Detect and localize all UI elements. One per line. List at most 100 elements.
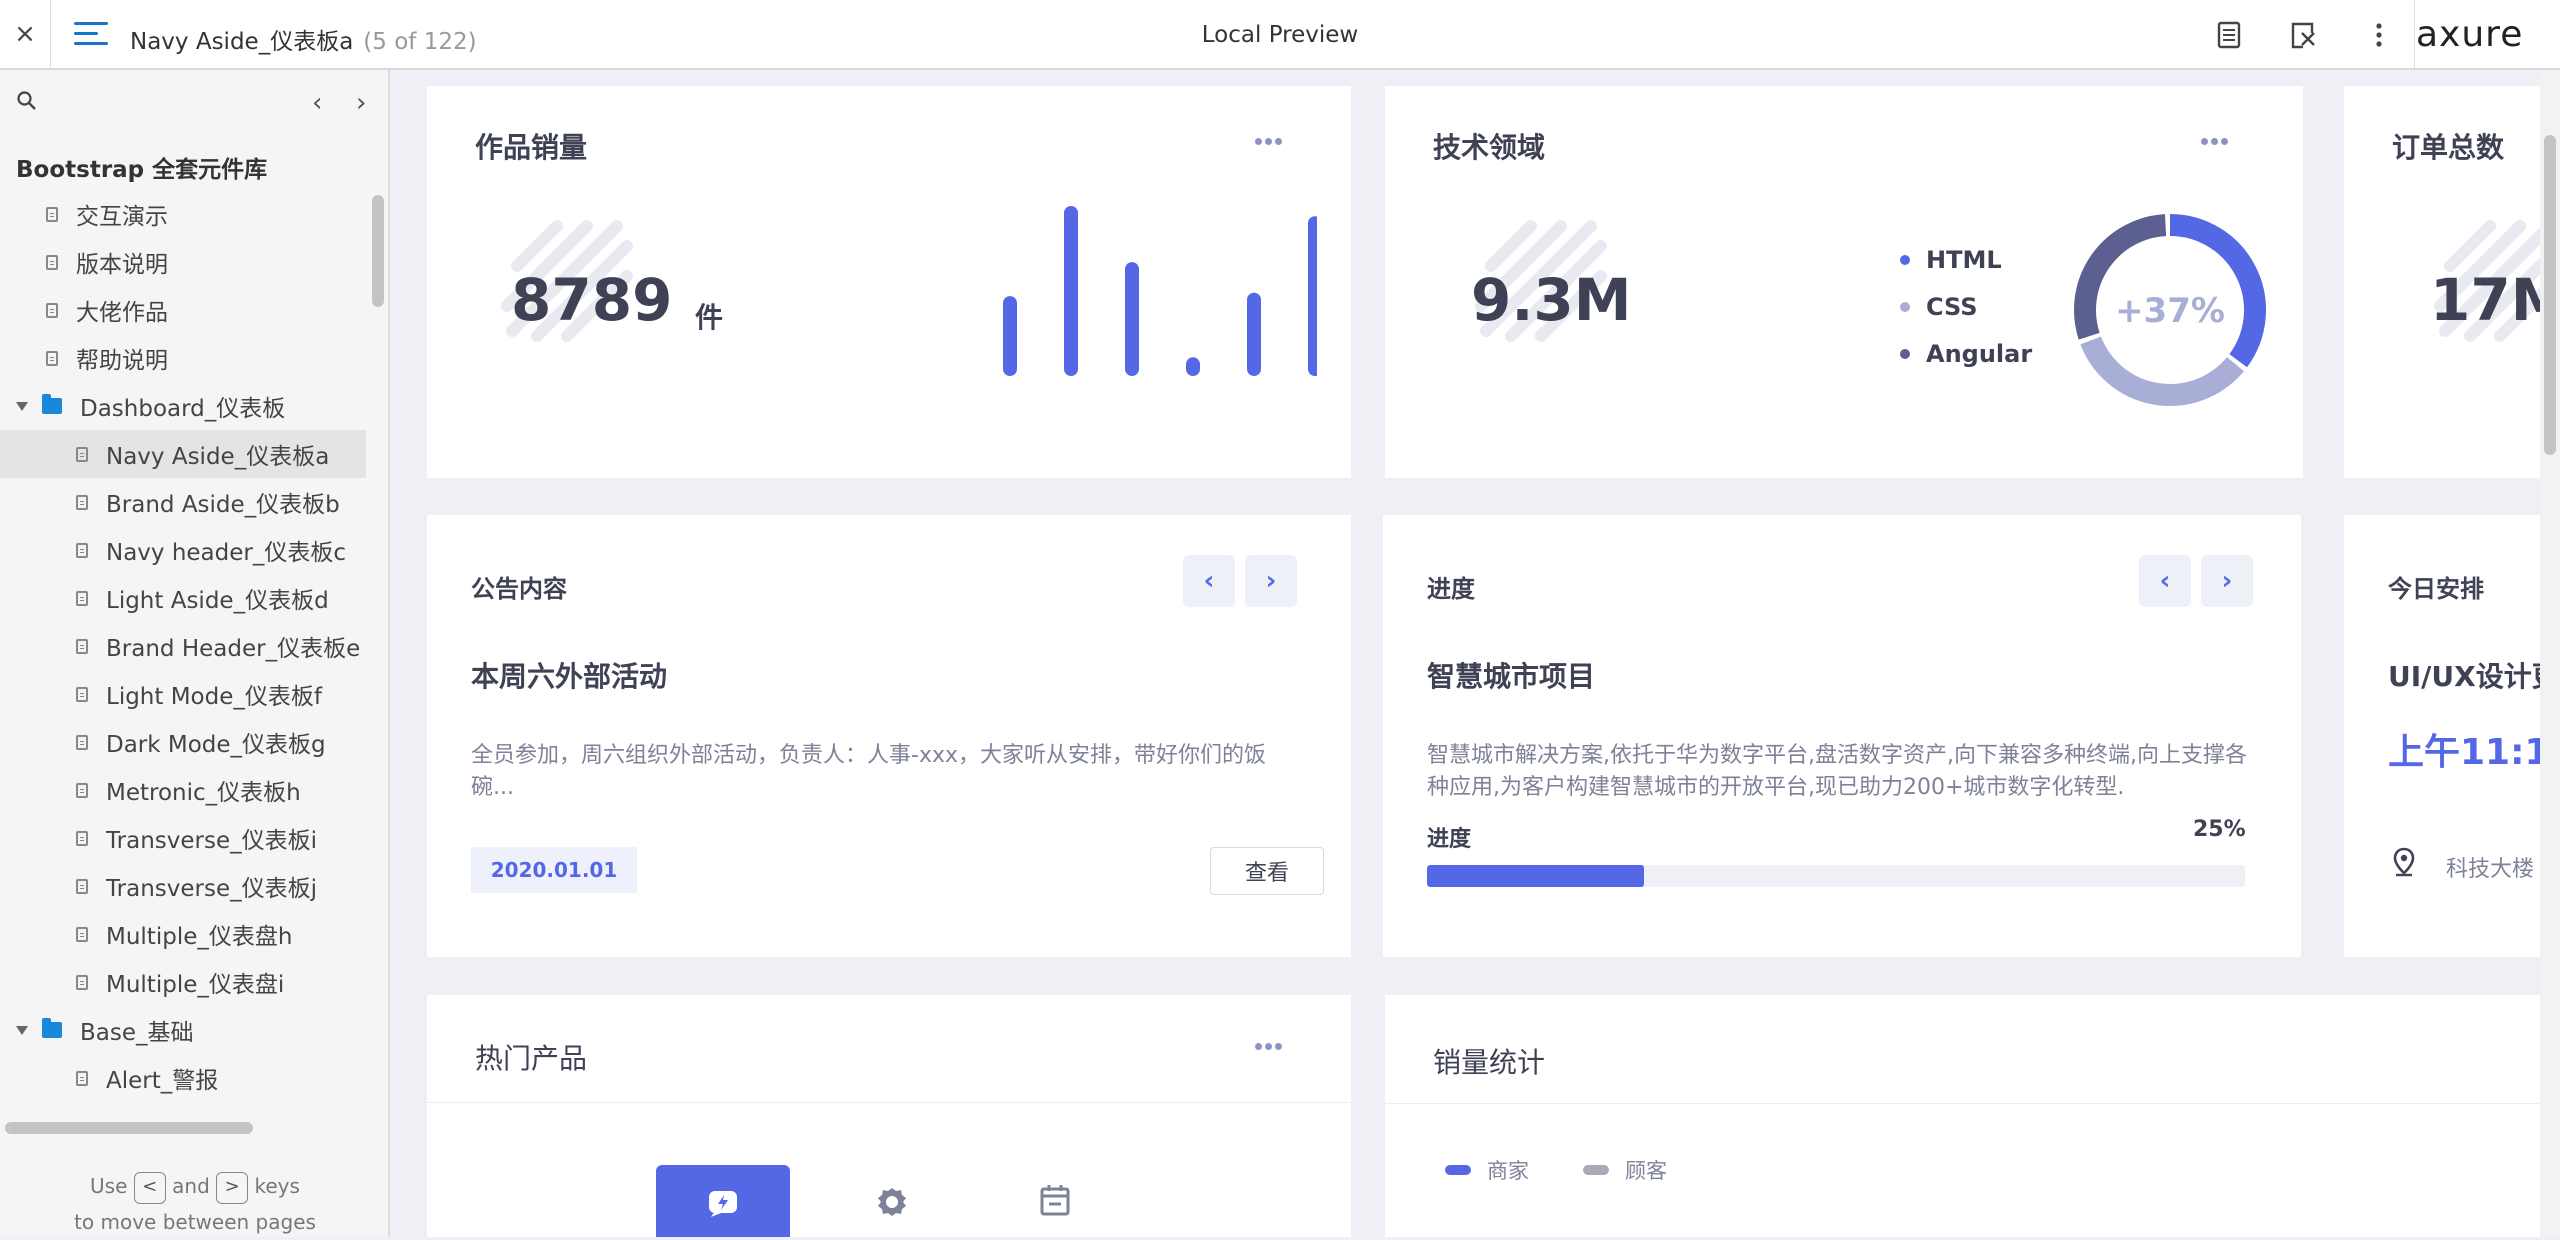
canvas-scrollbar-thumb[interactable] (2544, 135, 2556, 455)
sitemap-page[interactable]: Metronic_仪表板h (0, 766, 366, 814)
sitemap-item-label: Light Aside_仪表板d (106, 588, 329, 614)
sitemap-page[interactable]: Light Mode_仪表板f (0, 670, 366, 718)
sitemap-page[interactable]: Brand Aside_仪表板b (0, 478, 366, 526)
sitemap-horizontal-scrollbar[interactable] (5, 1122, 253, 1134)
view-button[interactable]: 查看 (1210, 847, 1324, 895)
sales-stats-card: 销量统计 商家 顾客 (1385, 995, 2540, 1237)
sitemap-item-label: 交互演示 (76, 204, 168, 230)
sitemap-tree: 交互演示版本说明 大佬作品帮助说明 Dashboard_仪表板 Navy Aside_… (0, 190, 366, 1102)
progress-card: 进度 ‹ › 智慧城市项目 智慧城市解决方案,依托于华为数字平台,盘活数字资产,… (1383, 515, 2301, 957)
search-icon[interactable] (16, 90, 38, 112)
sitemap-folder[interactable]: Dashboard_仪表板 (0, 382, 366, 430)
more-options-icon[interactable] (1255, 130, 1285, 145)
progress-prev-button[interactable]: ‹ (2139, 555, 2191, 607)
axure-logo: axure (2416, 14, 2524, 55)
donut-segment (2080, 336, 2244, 406)
sitemap-item-label: Brand Header_仪表板e (106, 636, 361, 662)
sitemap-item-label: Alert_警报 (106, 1068, 219, 1094)
legend-swatch (1583, 1165, 1609, 1175)
previous-page-button[interactable]: ‹ (312, 88, 322, 118)
orders-card: 订单总数 17M (2344, 86, 2540, 478)
sitemap-page[interactable]: 版本说明 (0, 238, 366, 286)
sitemap-page[interactable]: Navy Aside_仪表板a (0, 430, 366, 478)
expand-caret-icon[interactable] (16, 401, 28, 411)
notes-icon[interactable] (2214, 20, 2244, 50)
inspect-icon[interactable] (2288, 20, 2318, 50)
sitemap-vertical-scrollbar[interactable] (372, 195, 384, 307)
page-icon (76, 974, 88, 990)
notice-next-button[interactable]: › (1245, 555, 1297, 607)
legend-merchant[interactable]: 商家 (1445, 1155, 1529, 1185)
card-title: 热门产品 (475, 1042, 588, 1075)
sitemap-page[interactable]: 大佬作品 (0, 286, 366, 334)
sitemap-page[interactable]: Navy header_仪表板c (0, 526, 366, 574)
tech-value: 9.3M (1471, 266, 1632, 334)
legend-dot (1900, 255, 1910, 265)
legend-customer[interactable]: 顾客 (1583, 1155, 1667, 1185)
notice-prev-button[interactable]: ‹ (1183, 555, 1235, 607)
sales-bar-chart (1003, 206, 1317, 376)
sitemap-page[interactable]: Transverse_仪表板j (0, 862, 366, 910)
legend-label: 商家 (1487, 1159, 1529, 1183)
sitemap-root-title: Bootstrap 全套元件库 (16, 157, 268, 183)
gear-icon (878, 1188, 906, 1216)
donut-center-label: +37% (2115, 291, 2225, 331)
toolbar-divider (2414, 0, 2415, 68)
legend-label: 顾客 (1625, 1159, 1667, 1183)
more-options-icon[interactable] (1255, 1035, 1285, 1050)
key-prev: < (133, 1171, 166, 1204)
page-icon (76, 926, 88, 942)
sitemap-item-label: Navy Aside_仪表板a (106, 444, 330, 470)
hint-text: to move between pages (74, 1210, 316, 1234)
page-icon (46, 350, 58, 366)
sales-value: 8789 (511, 266, 673, 334)
legend-dot (1900, 302, 1910, 312)
page-name: Navy Aside_仪表板a (130, 29, 354, 55)
sitemap-page[interactable]: Transverse_仪表板i (0, 814, 366, 862)
tab-calendar[interactable] (1025, 1183, 1085, 1237)
progress-percent: 25% (2193, 817, 2246, 842)
tab-flash[interactable] (656, 1165, 790, 1237)
card-title: 公告内容 (471, 575, 567, 603)
schedule-event: UI/UX设计更 (2388, 660, 2540, 693)
page-icon (76, 638, 88, 654)
project-headline: 智慧城市项目 (1427, 660, 1596, 693)
legend-item: CSS (1900, 293, 1978, 321)
sitemap-folder[interactable]: Base_基础 (0, 1006, 366, 1054)
sales-unit: 件 (695, 301, 724, 334)
sitemap-page[interactable]: 帮助说明 (0, 334, 366, 382)
progress-bar (1427, 865, 2245, 887)
progress-bar-fill (1427, 865, 1644, 887)
page-icon (76, 446, 88, 462)
close-button[interactable]: × (0, 0, 51, 68)
more-options-icon[interactable] (2201, 130, 2231, 145)
sitemap-item-label: Navy header_仪表板c (106, 540, 347, 566)
expand-caret-icon[interactable] (16, 1025, 28, 1035)
sales-bar (1308, 216, 1317, 376)
sales-bar (1064, 206, 1078, 376)
more-vertical-icon[interactable] (2364, 20, 2394, 50)
card-title: 销量统计 (1433, 1046, 1546, 1079)
sitemap-page[interactable]: Multiple_仪表盘h (0, 910, 366, 958)
sitemap-page[interactable]: Multiple_仪表盘i (0, 958, 366, 1006)
sitemap-menu-icon[interactable] (74, 22, 108, 48)
schedule-time: 上午11:1 (2388, 732, 2540, 773)
tab-settings[interactable] (862, 1185, 922, 1237)
progress-next-button[interactable]: › (2201, 555, 2253, 607)
sitemap-page[interactable]: Brand Header_仪表板e (0, 622, 366, 670)
legend-label: HTML (1926, 246, 2002, 274)
tech-card: 技术领域 9.3M HTML CSS Angular +37% (1385, 86, 2303, 478)
legend-item: HTML (1900, 246, 2002, 274)
card-title: 技术领域 (1433, 131, 1546, 164)
sitemap-page[interactable]: 交互演示 (0, 190, 366, 238)
page-icon (76, 494, 88, 510)
next-page-button[interactable]: › (356, 88, 366, 118)
notice-body: 全员参加，周六组织外部活动，负责人：人事-xxx，大家听从安排，带好你们的饭碗.… (471, 743, 1266, 800)
sitemap-item-label: 帮助说明 (76, 348, 168, 374)
sitemap-page[interactable]: Alert_警报 (0, 1054, 366, 1102)
keyboard-hint: Use < and > keys to move between pages (0, 1168, 390, 1240)
sitemap-page[interactable]: Light Aside_仪表板d (0, 574, 366, 622)
orders-value: 17M (2430, 266, 2540, 334)
sitemap-item-label: Brand Aside_仪表板b (106, 492, 340, 518)
sitemap-page[interactable]: Dark Mode_仪表板g (0, 718, 366, 766)
